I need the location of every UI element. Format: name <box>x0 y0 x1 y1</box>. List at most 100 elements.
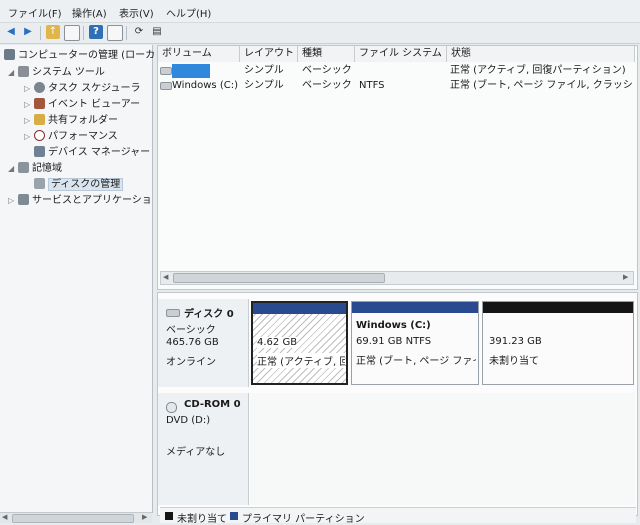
settings-icon[interactable]: ▤ <box>150 25 164 39</box>
tree-item-storage[interactable]: ◢ 記憶域 <box>8 161 62 176</box>
menu-view[interactable]: 表示(V) <box>119 5 154 20</box>
partition-unallocated[interactable]: 391.23 GB 未割り当て <box>482 301 634 385</box>
legend-unallocated: 未割り当て <box>177 514 227 525</box>
tree-horizontal-scrollbar[interactable]: ◀ ▶ <box>0 512 152 523</box>
storage-icon <box>18 162 29 173</box>
cdrom-0-info[interactable]: CD-ROM 0 DVD (D:) メディアなし <box>158 393 249 505</box>
menu-bar: ファイル(F) 操作(A) 表示(V) ヘルプ(H) <box>0 0 640 23</box>
disk-kind: ベーシック <box>166 325 216 336</box>
disk-0-info[interactable]: ディスク 0 ベーシック 465.76 GB オンライン <box>158 299 249 387</box>
volume-icon <box>160 67 172 75</box>
cdrom-drive: DVD (D:) <box>166 415 211 426</box>
volume-list-horizontal-scrollbar[interactable]: ◀ ▶ <box>160 271 634 285</box>
volume-type: ベーシック <box>302 80 352 91</box>
partition-status: 正常 (アクティブ, 回 <box>257 353 345 368</box>
legend: 未割り当て プライマリ パーティション <box>160 507 636 525</box>
collapse-arrow-icon[interactable]: ◢ <box>8 65 18 80</box>
scroll-left-arrow-icon[interactable]: ◀ <box>163 274 168 281</box>
expand-arrow-icon[interactable]: ▷ <box>24 81 34 96</box>
unallocated-swatch <box>165 512 173 520</box>
partition-recovery[interactable]: 4.62 GB 正常 (アクティブ, 回 <box>251 301 348 385</box>
column-header-volume[interactable]: ボリューム <box>158 46 240 62</box>
tree-item-disk-management[interactable]: ディスクの管理 <box>34 177 124 192</box>
cdrom-media: メディアなし <box>166 447 226 458</box>
cdrom-name: CD-ROM 0 <box>184 399 241 410</box>
cd-drive-icon <box>166 402 177 413</box>
disk-name: ディスク 0 <box>184 309 234 320</box>
performance-icon <box>34 130 45 141</box>
table-row[interactable]: Windows (C:) シンプル ベーシック NTFS 正常 (ブート, ペー… <box>158 79 635 93</box>
partition-size: 4.62 GB <box>257 337 298 348</box>
primary-swatch <box>230 512 238 520</box>
volume-icon <box>160 82 172 90</box>
console-tree-icon[interactable] <box>64 25 80 41</box>
properties-icon[interactable] <box>107 25 123 41</box>
partition-size: 69.91 GB NTFS <box>356 336 432 347</box>
column-header-status[interactable]: 状態 <box>447 46 635 62</box>
volume-layout: シンプル <box>244 65 284 76</box>
column-header-layout[interactable]: レイアウト <box>240 46 298 62</box>
column-header-type[interactable]: 種類 <box>298 46 355 62</box>
volume-name: Windows (C:) <box>172 80 238 91</box>
scroll-left-arrow-icon[interactable]: ◀ <box>2 514 8 521</box>
tree-item-event-viewer[interactable]: ▷ イベント ビューアー <box>24 97 140 112</box>
cdrom-empty-area <box>250 393 635 505</box>
hard-disk-icon <box>166 309 180 317</box>
toolbar-separator <box>83 26 84 40</box>
selected-volume-name <box>172 64 210 78</box>
computer-icon <box>4 49 15 60</box>
primary-partition-bar <box>253 303 346 314</box>
expand-arrow-icon[interactable]: ▷ <box>24 129 34 144</box>
legend-primary: プライマリ パーティション <box>242 514 365 525</box>
navigation-tree: コンピューターの管理 (ローカ ◢ システム ツール ▷ タスク スケジューラ ▷ イ… <box>0 45 155 513</box>
toolbar-separator <box>40 26 41 40</box>
help-icon[interactable]: ? <box>89 25 103 39</box>
volume-status: 正常 (アクティブ, 回復パーティション) <box>450 65 626 76</box>
tree-item-performance[interactable]: ▷ パフォーマンス <box>24 129 118 144</box>
table-row[interactable]: シンプル ベーシック 正常 (アクティブ, 回復パーティション) <box>158 64 635 78</box>
scrollbar-thumb[interactable] <box>173 273 385 283</box>
disk-size: 465.76 GB <box>166 337 219 348</box>
expand-arrow-icon[interactable]: ▷ <box>24 97 34 112</box>
tree-item-shared-folders[interactable]: ▷ 共有フォルダー <box>24 113 118 128</box>
refresh-icon[interactable]: ⟳ <box>132 25 146 39</box>
scroll-right-arrow-icon[interactable]: ▶ <box>142 514 148 521</box>
partition-title: Windows (C:) <box>356 320 431 331</box>
volume-status: 正常 (ブート, ページ ファイル, クラッシュ <box>450 80 634 91</box>
menu-action[interactable]: 操作(A) <box>72 5 107 20</box>
column-header-filesystem[interactable]: ファイル システム <box>355 46 447 62</box>
up-folder-icon[interactable]: ↑ <box>46 25 60 39</box>
event-log-icon <box>34 98 45 109</box>
disk-state: オンライン <box>166 357 216 368</box>
volume-type: ベーシック <box>302 65 352 76</box>
collapse-arrow-icon[interactable]: ◢ <box>8 161 18 176</box>
device-manager-icon <box>34 146 45 157</box>
scroll-right-arrow-icon[interactable]: ▶ <box>623 274 628 281</box>
expand-arrow-icon[interactable]: ▷ <box>8 193 18 208</box>
tree-item-services-apps[interactable]: ▷ サービスとアプリケーショ <box>8 193 152 208</box>
forward-arrow-icon[interactable]: ▶ <box>21 25 35 39</box>
unallocated-bar <box>483 302 633 313</box>
tree-item-system-tools[interactable]: ◢ システム ツール <box>8 65 105 80</box>
volume-list: ボリューム レイアウト 種類 ファイル システム 状態 シンプル ベーシック 正… <box>157 45 638 290</box>
tree-item-device-manager[interactable]: デバイス マネージャー <box>34 145 150 160</box>
tools-icon <box>18 66 29 77</box>
partition-windows-c[interactable]: Windows (C:) 69.91 GB NTFS 正常 (ブート, ページ … <box>351 301 479 385</box>
menu-help[interactable]: ヘルプ(H) <box>166 5 211 20</box>
clock-icon <box>34 82 45 93</box>
toolbar: ◀ ▶ ↑ ? ⟳ ▤ <box>0 23 640 44</box>
services-icon <box>18 194 29 205</box>
menu-file[interactable]: ファイル(F) <box>8 5 62 20</box>
volume-layout: シンプル <box>244 80 284 91</box>
partition-status: 正常 (ブート, ページ ファイ <box>356 356 476 367</box>
partition-size: 391.23 GB <box>489 336 542 347</box>
toolbar-separator <box>126 26 127 40</box>
partition-status: 未割り当て <box>489 356 539 367</box>
shared-folder-icon <box>34 114 45 125</box>
volume-filesystem: NTFS <box>359 80 385 91</box>
primary-partition-bar <box>352 302 478 313</box>
tree-item-task-scheduler[interactable]: ▷ タスク スケジューラ <box>24 81 140 96</box>
tree-item-root[interactable]: コンピューターの管理 (ローカ <box>4 48 155 63</box>
expand-arrow-icon[interactable]: ▷ <box>24 113 34 128</box>
back-arrow-icon[interactable]: ◀ <box>4 25 18 39</box>
